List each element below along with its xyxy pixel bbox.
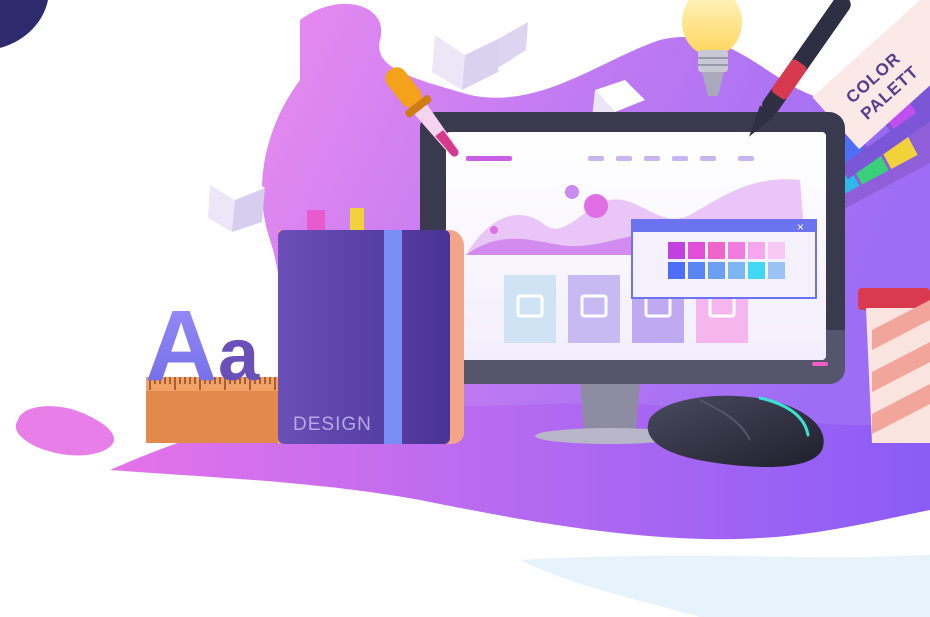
monitor: ×	[420, 112, 845, 384]
color-swatch	[728, 242, 745, 259]
corner-blob	[0, 0, 48, 48]
notebook-label: DESIGN	[293, 414, 372, 435]
color-swatch-window: ×	[631, 219, 817, 299]
light-wave	[520, 555, 930, 617]
typography-letters: A a	[145, 290, 260, 402]
color-swatch	[668, 242, 685, 259]
color-swatch	[728, 262, 745, 279]
color-swatch	[708, 242, 725, 259]
letter-small-a: a	[218, 313, 260, 396]
color-swatch	[748, 242, 765, 259]
color-swatch	[688, 242, 705, 259]
close-icon: ×	[797, 220, 804, 234]
color-swatch	[768, 242, 785, 259]
color-swatch	[768, 262, 785, 279]
design-workspace-illustration: COLOR PALETT × A a DESIGN	[0, 0, 930, 617]
letter-big-a: A	[145, 290, 217, 402]
color-swatch	[688, 262, 705, 279]
small-blob	[15, 406, 115, 456]
color-swatch	[668, 262, 685, 279]
design-notebook: DESIGN	[278, 208, 464, 444]
color-swatch	[708, 262, 725, 279]
color-swatch	[748, 262, 765, 279]
